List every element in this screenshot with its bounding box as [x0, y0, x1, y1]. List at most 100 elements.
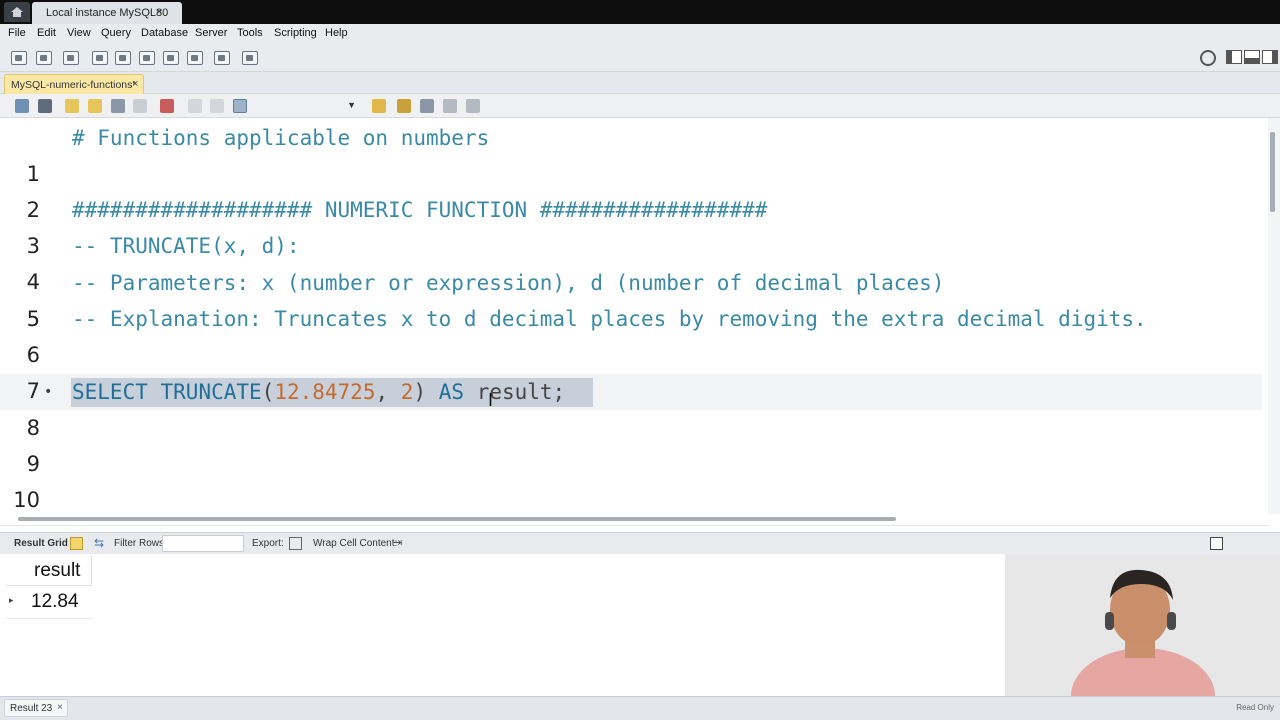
- editor-line: 2: [0, 156, 1262, 222]
- filter-rows-label: Filter Rows:: [114, 538, 167, 549]
- settings-gear-icon[interactable]: [1200, 50, 1216, 66]
- code-text: -- TRUNCATE(x, d):: [72, 234, 300, 258]
- editor-line: 7: [0, 337, 1262, 403]
- result-toolbar: Result Grid ⇆ Filter Rows: Export: Wrap …: [0, 532, 1280, 554]
- open-sql-script-icon[interactable]: [35, 50, 53, 66]
- presenter-image: [1005, 554, 1280, 696]
- menu-file[interactable]: File: [8, 27, 26, 39]
- code-text: ################### NUMERIC FUNCTION ###…: [72, 198, 768, 222]
- grid-icon[interactable]: [70, 537, 83, 550]
- editor-line: 10: [0, 446, 1262, 512]
- filter-icon: ⇆: [94, 536, 105, 550]
- save-icon[interactable]: [38, 99, 52, 113]
- toggle-secondary-sidebar-icon[interactable]: [1262, 50, 1278, 64]
- create-table-icon[interactable]: [114, 50, 132, 66]
- menu-database[interactable]: Database: [141, 27, 188, 39]
- statement-marker: •: [44, 384, 53, 400]
- main-toolbar: [0, 44, 1280, 72]
- result-grid-tab[interactable]: Result Grid: [14, 538, 68, 549]
- toggle-stop-on-error-icon[interactable]: [160, 99, 174, 113]
- result-tab[interactable]: Result 23 ×: [4, 699, 68, 717]
- editor-line: 6 -- Explanation: Truncates x to d decim…: [0, 301, 1262, 367]
- scrollbar-thumb[interactable]: [18, 517, 896, 521]
- toggle-output-icon[interactable]: [1244, 50, 1260, 64]
- reconnect-icon[interactable]: [241, 50, 259, 66]
- menu-view[interactable]: View: [67, 27, 91, 39]
- invisible-characters-icon[interactable]: [443, 99, 457, 113]
- menu-server[interactable]: Server: [195, 27, 227, 39]
- sql-editor-tab-label: MySQL-numeric-functions*: [11, 79, 137, 91]
- export-label: Export:: [252, 538, 284, 549]
- search-table-data-icon[interactable]: [213, 50, 231, 66]
- ibeam-cursor-icon: I: [488, 390, 494, 410]
- find-icon[interactable]: [420, 99, 434, 113]
- result-cell[interactable]: 12.84: [31, 589, 79, 615]
- menu-scripting[interactable]: Scripting: [274, 27, 317, 39]
- chevron-down-icon: ▼: [347, 100, 356, 110]
- decimals-arg: 2: [400, 380, 414, 404]
- presenter-webcam: [1005, 554, 1280, 696]
- commit-icon[interactable]: [188, 99, 202, 113]
- code-text: # Functions applicable on numbers: [72, 126, 490, 150]
- editor-line: 4 -- TRUNCATE(x, d):: [0, 228, 1262, 294]
- home-tab[interactable]: [4, 2, 30, 22]
- home-icon: [11, 7, 23, 17]
- execute-current-icon[interactable]: [88, 99, 102, 113]
- editor-vertical-scrollbar[interactable]: [1268, 118, 1280, 514]
- code-text: -- Explanation: Truncates x to d decimal…: [72, 307, 1147, 331]
- stop-icon[interactable]: [133, 99, 147, 113]
- limit-rows-select[interactable]: ▼: [262, 98, 358, 114]
- sql-editor[interactable]: 1 # Functions applicable on numbers 2 3 …: [0, 118, 1268, 514]
- editor-line: 11: [0, 482, 1262, 514]
- row-divider: [6, 618, 92, 619]
- beautify-icon[interactable]: [397, 99, 411, 113]
- editor-line: 3 ################### NUMERIC FUNCTION #…: [0, 192, 1262, 258]
- editor-line: 5 -- Parameters: x (number or expression…: [0, 265, 1262, 331]
- column-header[interactable]: result: [6, 556, 92, 586]
- editor-line: 1 # Functions applicable on numbers: [0, 120, 1262, 186]
- explain-icon[interactable]: [111, 99, 125, 113]
- toggle-sidebar-icon[interactable]: [1226, 50, 1242, 64]
- create-schema-icon[interactable]: [91, 50, 109, 66]
- row-indicator-icon: ▸: [9, 595, 14, 605]
- create-function-icon[interactable]: [186, 50, 204, 66]
- wrap-icon[interactable]: ⇥: [393, 537, 406, 550]
- function-truncate: TRUNCATE: [160, 380, 262, 404]
- create-procedure-icon[interactable]: [162, 50, 180, 66]
- editor-tab-bar: MySQL-numeric-functions* ×: [0, 72, 1280, 94]
- keyword-as: AS: [438, 380, 465, 404]
- open-file-icon[interactable]: [15, 99, 29, 113]
- close-icon[interactable]: ×: [156, 6, 162, 18]
- new-sql-tab-icon[interactable]: [10, 50, 28, 66]
- autocommit-icon[interactable]: [233, 99, 247, 113]
- scrollbar-thumb[interactable]: [1270, 132, 1275, 212]
- wrap-cell-content-label: Wrap Cell Content:: [313, 538, 398, 549]
- create-view-icon[interactable]: [138, 50, 156, 66]
- menu-query[interactable]: Query: [101, 27, 131, 39]
- menu-tools[interactable]: Tools: [237, 27, 263, 39]
- export-icon[interactable]: [289, 537, 302, 550]
- editor-horizontal-scrollbar[interactable]: [0, 514, 1268, 526]
- connection-tab[interactable]: Local instance MySQL80 ×: [32, 2, 182, 24]
- sql-editor-tab[interactable]: MySQL-numeric-functions* ×: [4, 74, 144, 94]
- read-only-status: Read Only: [1236, 703, 1274, 712]
- inspector-icon[interactable]: [62, 50, 80, 66]
- result-grid: result ▸ 12.84: [0, 554, 1005, 696]
- connection-tab-label: Local instance MySQL80: [46, 7, 169, 19]
- menu-help[interactable]: Help: [325, 27, 348, 39]
- close-icon[interactable]: ×: [132, 78, 138, 90]
- window-tab-strip: Local instance MySQL80 ×: [0, 0, 1280, 24]
- editor-toolbar: ▼: [0, 94, 1280, 118]
- arg-separator: ,: [375, 380, 401, 404]
- execute-icon[interactable]: [65, 99, 79, 113]
- result-tab-label: Result 23: [10, 703, 53, 714]
- editor-line: 9: [0, 410, 1262, 476]
- close-icon[interactable]: ×: [57, 702, 63, 713]
- add-snippet-icon[interactable]: [372, 99, 386, 113]
- menu-edit[interactable]: Edit: [37, 27, 56, 39]
- form-editor-icon[interactable]: [1210, 537, 1223, 550]
- word-wrap-icon[interactable]: [466, 99, 480, 113]
- menu-bar: File Edit View Query Database Server Too…: [0, 24, 1280, 44]
- filter-rows-input[interactable]: [162, 535, 244, 552]
- rollback-icon[interactable]: [210, 99, 224, 113]
